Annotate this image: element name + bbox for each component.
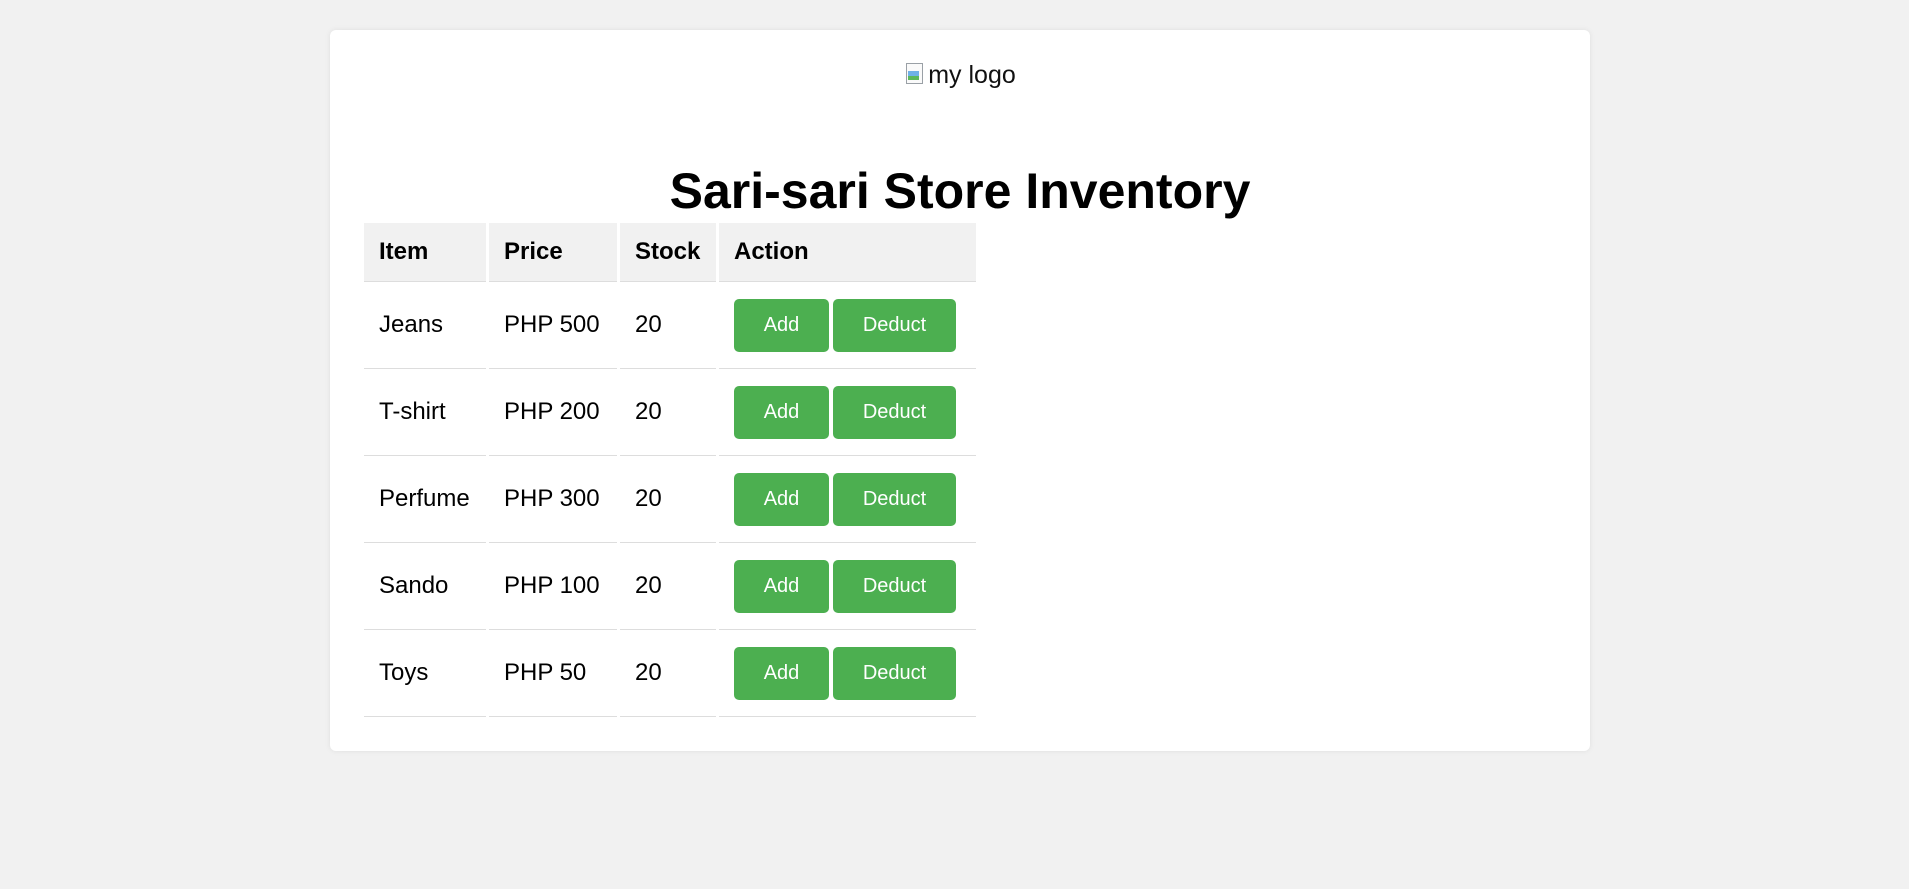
add-button[interactable]: Add: [734, 559, 829, 613]
item-name-cell: Perfume: [364, 456, 486, 543]
add-button[interactable]: Add: [734, 646, 829, 700]
stock-cell: 20: [620, 630, 716, 717]
table-row: Jeans PHP 500 20 Add Deduct: [364, 282, 976, 369]
column-header-price: Price: [489, 223, 617, 282]
logo: my logo: [330, 60, 1590, 90]
price-cell: PHP 100: [489, 543, 617, 630]
action-cell: Add Deduct: [719, 282, 976, 369]
table-header-row: Item Price Stock Action: [364, 223, 976, 282]
stock-cell: 20: [620, 543, 716, 630]
deduct-button[interactable]: Deduct: [833, 559, 956, 613]
table-row: Sando PHP 100 20 Add Deduct: [364, 543, 976, 630]
deduct-button[interactable]: Deduct: [833, 646, 956, 700]
action-cell: Add Deduct: [719, 456, 976, 543]
action-cell: Add Deduct: [719, 543, 976, 630]
item-name-cell: T-shirt: [364, 369, 486, 456]
price-cell: PHP 50: [489, 630, 617, 717]
table-row: T-shirt PHP 200 20 Add Deduct: [364, 369, 976, 456]
table-row: Toys PHP 50 20 Add Deduct: [364, 630, 976, 717]
stock-cell: 20: [620, 369, 716, 456]
deduct-button[interactable]: Deduct: [833, 298, 956, 352]
action-cell: Add Deduct: [719, 369, 976, 456]
column-header-item: Item: [364, 223, 486, 282]
stock-cell: 20: [620, 456, 716, 543]
column-header-stock: Stock: [620, 223, 716, 282]
add-button[interactable]: Add: [734, 298, 829, 352]
table-row: Perfume PHP 300 20 Add Deduct: [364, 456, 976, 543]
page-title: Sari-sari Store Inventory: [669, 163, 1251, 219]
add-button[interactable]: Add: [734, 385, 829, 439]
logo-alt-text: my logo: [928, 61, 1016, 89]
deduct-button[interactable]: Deduct: [833, 385, 956, 439]
stock-cell: 20: [620, 282, 716, 369]
inventory-card: my logo Sari-sari Store Inventory Item P…: [330, 30, 1590, 751]
deduct-button[interactable]: Deduct: [833, 472, 956, 526]
item-name-cell: Toys: [364, 630, 486, 717]
inventory-table: Item Price Stock Action Jeans PHP 500 20…: [361, 223, 979, 717]
action-cell: Add Deduct: [719, 630, 976, 717]
item-name-cell: Sando: [364, 543, 486, 630]
add-button[interactable]: Add: [734, 472, 829, 526]
price-cell: PHP 200: [489, 369, 617, 456]
broken-image-icon: [904, 62, 928, 86]
price-cell: PHP 300: [489, 456, 617, 543]
price-cell: PHP 500: [489, 282, 617, 369]
column-header-action: Action: [719, 223, 976, 282]
item-name-cell: Jeans: [364, 282, 486, 369]
